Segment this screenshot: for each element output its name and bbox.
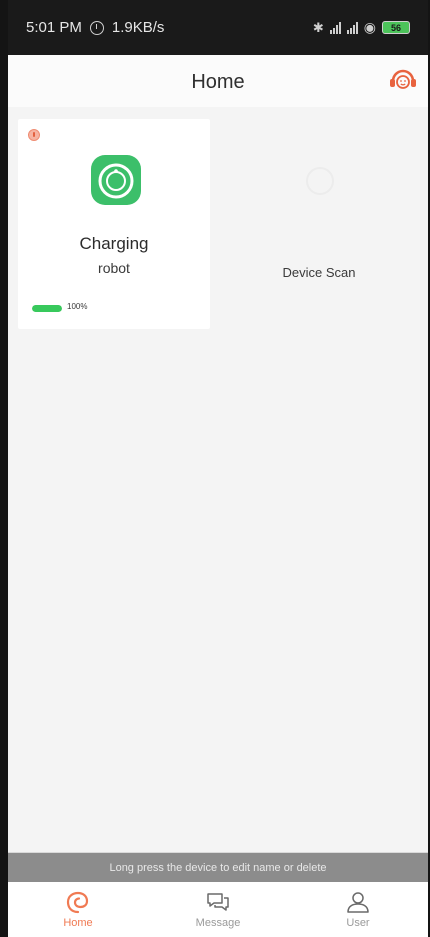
device-list: Charging robot 100% Device Scan: [8, 107, 428, 852]
status-time: 5:01 PM: [26, 19, 82, 36]
page-title: Home: [191, 70, 245, 93]
chat-icon: [207, 893, 229, 911]
alarm-icon: [89, 20, 104, 35]
user-icon: [347, 892, 369, 913]
app-screen: 5:01 PM 1.9KB/s ✱ ◉ 56 Home Charging rob…: [0, 0, 430, 937]
battery-level-fill: [32, 305, 62, 312]
device-status: Charging: [79, 234, 149, 253]
customer-support-icon[interactable]: [388, 67, 418, 93]
notice-bar: Long press the device to edit name or de…: [8, 852, 428, 882]
device-scan-icon: [306, 167, 334, 195]
nav-message-label: Message: [195, 917, 241, 929]
app-header: Home: [8, 55, 428, 107]
alert-icon: [28, 129, 40, 141]
battery-level-bar: [32, 305, 62, 312]
status-right: ✱ ◉ 56: [313, 19, 410, 36]
wifi-icon: ◉: [363, 19, 376, 35]
nav-user[interactable]: User: [288, 882, 428, 937]
device-name: robot: [98, 260, 130, 276]
network-speed: 1.9KB/s: [111, 19, 165, 36]
device-scan-tile[interactable]: Device Scan: [220, 119, 418, 329]
bluetooth-icon: ✱: [312, 19, 324, 35]
device-card-robot[interactable]: Charging robot 100%: [18, 119, 210, 329]
battery-status-icon: 56: [382, 21, 410, 34]
signal-icon-2: [346, 21, 358, 34]
nav-home-label: Home: [63, 917, 93, 929]
bottom-navigation: Home Message User: [8, 882, 428, 937]
nav-message[interactable]: Message: [148, 882, 288, 937]
nav-user-label: User: [346, 917, 370, 929]
status-left: 5:01 PM 1.9KB/s: [26, 19, 164, 36]
home-swirl-icon: [66, 891, 89, 914]
robot-vacuum-icon: [91, 155, 141, 205]
device-scan-label: Device Scan: [282, 265, 356, 280]
signal-icon: [329, 21, 341, 34]
notice-text: Long press the device to edit name or de…: [109, 861, 327, 874]
nav-home[interactable]: Home: [8, 882, 148, 937]
status-bar: 5:01 PM 1.9KB/s ✱ ◉ 56: [8, 0, 428, 55]
battery-level-text: 100%: [67, 302, 88, 311]
